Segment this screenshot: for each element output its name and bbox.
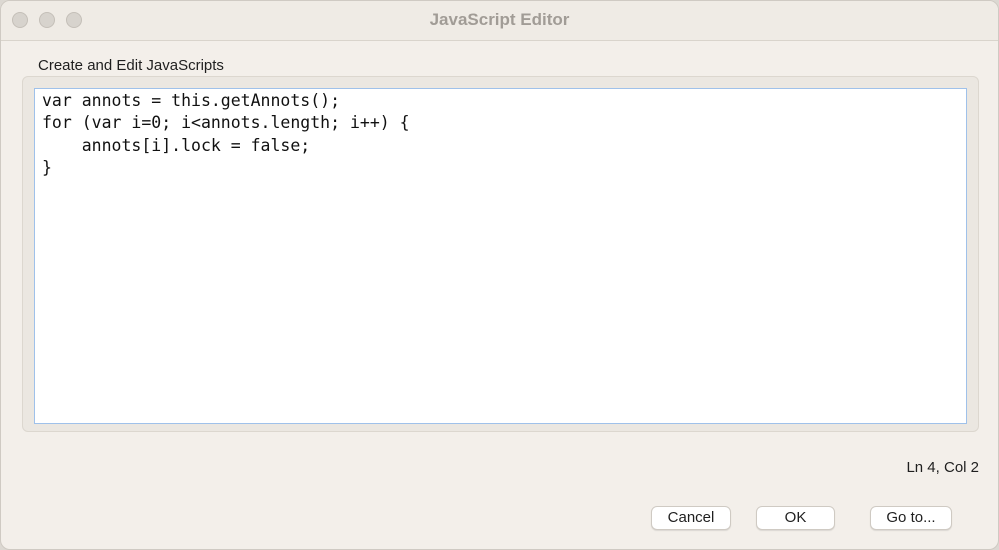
code-editor-textarea[interactable]: var annots = this.getAnnots(); for (var … [34, 88, 967, 424]
go-to-button[interactable]: Go to... [870, 506, 952, 530]
code-line-1: var annots = this.getAnnots(); [42, 91, 341, 110]
javascript-editor-window: JavaScript Editor Create and Edit JavaSc… [0, 0, 999, 550]
code-line-3: annots[i].lock = false; [42, 135, 311, 155]
title-bar: JavaScript Editor [1, 1, 998, 41]
code-line-2: for (var i=0; i<annots.length; i++) { [42, 113, 410, 133]
code-line-4: } [42, 157, 52, 177]
editor-section-label: Create and Edit JavaScripts [38, 57, 224, 74]
ok-button[interactable]: OK [756, 506, 835, 530]
window-title: JavaScript Editor [429, 10, 570, 29]
cursor-position-status: Ln 4, Col 2 [906, 459, 979, 476]
cancel-button[interactable]: Cancel [651, 506, 731, 530]
